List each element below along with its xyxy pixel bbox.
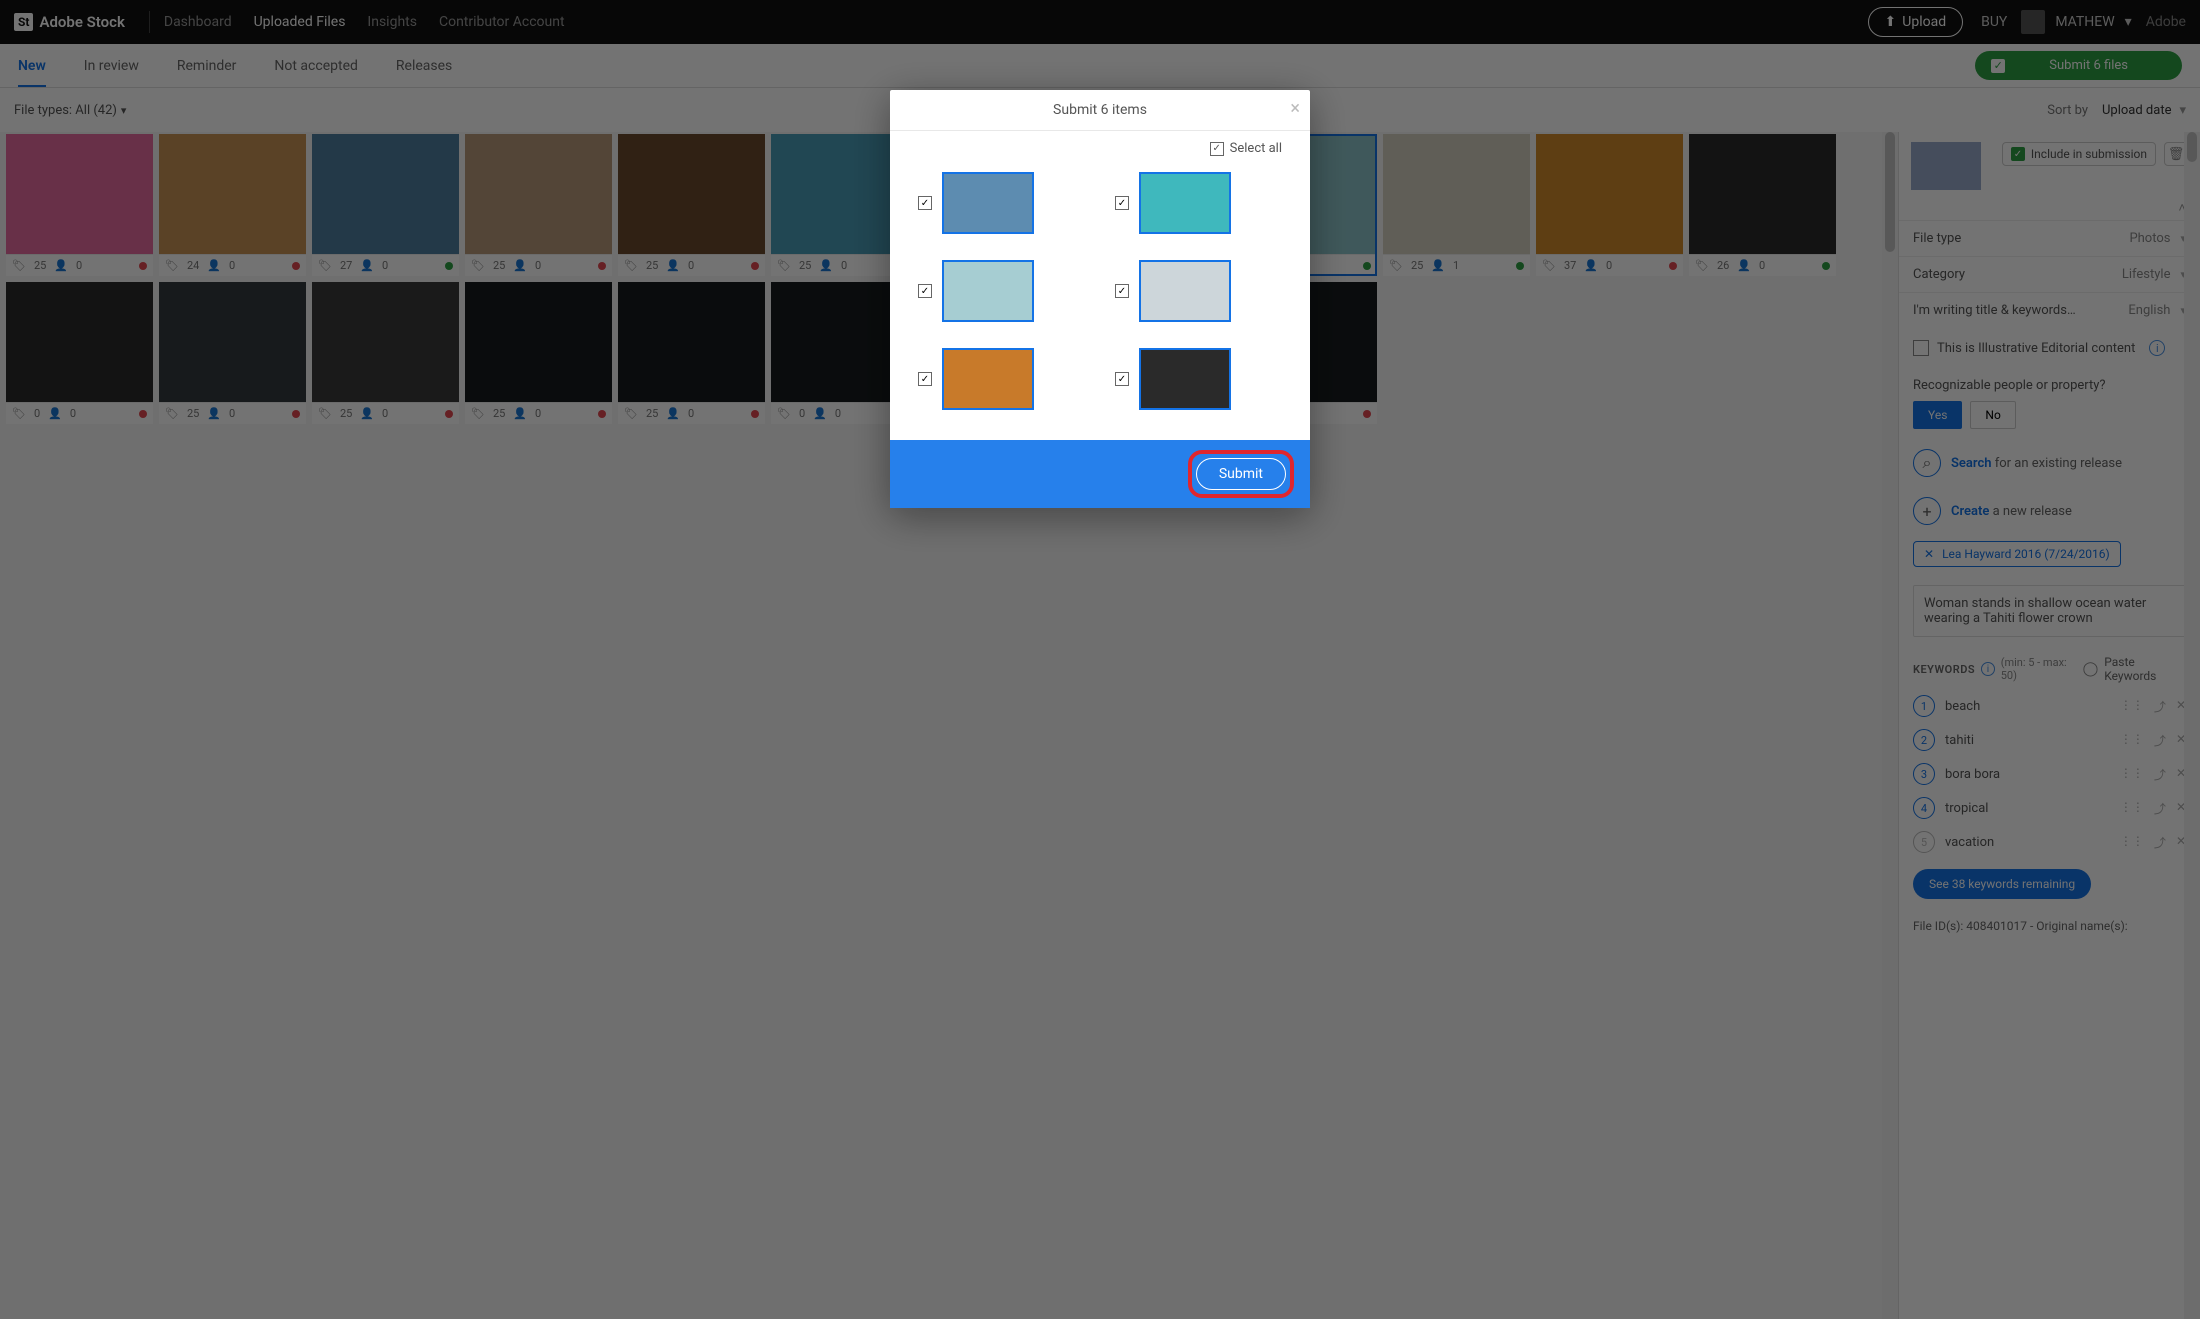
item-thumbnail xyxy=(942,172,1034,234)
item-checkbox[interactable]: ✓ xyxy=(1115,372,1129,386)
item-thumbnail xyxy=(1139,172,1231,234)
modal-item: ✓ xyxy=(918,348,1085,410)
modal-close-button[interactable]: × xyxy=(1290,98,1300,119)
item-thumbnail xyxy=(1139,260,1231,322)
item-checkbox[interactable]: ✓ xyxy=(1115,196,1129,210)
modal-footer: Submit xyxy=(890,440,1310,508)
modal-item: ✓ xyxy=(918,260,1085,322)
submit-button[interactable]: Submit xyxy=(1196,458,1286,490)
item-checkbox[interactable]: ✓ xyxy=(918,196,932,210)
modal-item: ✓ xyxy=(1115,348,1282,410)
modal-header: Submit 6 items × xyxy=(890,90,1310,131)
item-checkbox[interactable]: ✓ xyxy=(1115,284,1129,298)
select-all-label: Select all xyxy=(1230,141,1282,156)
submit-modal: Submit 6 items × ✓ Select all ✓ ✓ ✓ ✓ ✓ … xyxy=(890,90,1310,508)
item-thumbnail xyxy=(942,260,1034,322)
select-all-checkbox[interactable]: ✓ xyxy=(1210,142,1224,156)
modal-items-grid: ✓ ✓ ✓ ✓ ✓ ✓ xyxy=(910,166,1290,416)
modal-item: ✓ xyxy=(918,172,1085,234)
item-checkbox[interactable]: ✓ xyxy=(918,284,932,298)
select-all-row: ✓ Select all xyxy=(910,141,1290,166)
modal-item: ✓ xyxy=(1115,172,1282,234)
modal-body: ✓ Select all ✓ ✓ ✓ ✓ ✓ ✓ xyxy=(890,131,1310,440)
submit-highlight: Submit xyxy=(1188,450,1294,498)
item-thumbnail xyxy=(1139,348,1231,410)
modal-item: ✓ xyxy=(1115,260,1282,322)
item-thumbnail xyxy=(942,348,1034,410)
modal-title: Submit 6 items xyxy=(1053,102,1147,118)
item-checkbox[interactable]: ✓ xyxy=(918,372,932,386)
